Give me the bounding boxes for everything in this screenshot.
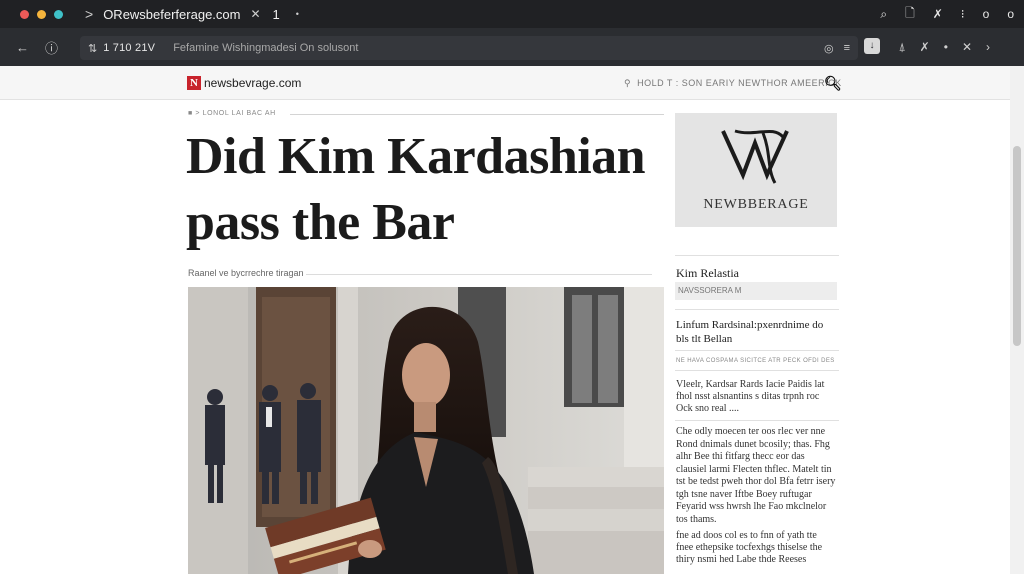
sidebar-divider [675,420,839,421]
search-hint[interactable]: ⚲ HOLD T : SON EARIY NEWTHOR AMEERICK [624,78,842,89]
profile-icon[interactable]: o [983,7,990,21]
logo-text: newsbevrage.com [204,76,302,90]
scrollbar-thumb[interactable] [1013,146,1021,346]
minimize-window-button[interactable] [37,9,46,19]
window-controls [20,9,63,19]
sidebar-paragraph: Che odly moecen ter oos rlec ver nne Ron… [676,426,836,525]
document-icon[interactable]: 🗋 [905,4,915,25]
sidebar-paragraph: Vleelr, Kardsar Rards Iacie Paidis lat f… [676,379,825,414]
url-hint: Fefamine Wishingmadesi On solusont [173,42,359,54]
account-icon[interactable]: o [1007,7,1014,21]
close-icon[interactable]: ✕ [962,40,972,54]
sidebar-divider [675,309,839,310]
tab-count[interactable]: 1 [273,7,280,22]
site-logo[interactable]: N newsbevrage.com [187,76,301,90]
logo-mark: N [187,76,201,90]
address-bar[interactable]: ⇅ 1 710 21V Fefamine Wishingmadesi On so… [80,36,858,60]
sidebar-divider [675,255,839,256]
site-header: N newsbevrage.com ⚲ HOLD T : SON EARIY N… [0,66,1010,100]
download-icon[interactable]: ↓ [864,38,880,54]
more-icon[interactable]: ⁝ [961,7,965,21]
sidebar-ad[interactable]: NEWBBERAGE [675,113,837,227]
breadcrumb[interactable]: ■ > LONOL LAI BAC AH [188,110,276,117]
byline-divider [306,274,652,275]
article-byline: Raanel ve bycrrechre tiragan [188,268,304,278]
sort-icon[interactable]: ⇅ [88,42,97,55]
menu-icon[interactable]: ≡ [844,42,850,54]
close-window-button[interactable] [20,9,29,19]
search-tabs-icon[interactable]: ⌕ [880,7,887,22]
browser-titlebar: > ОRewsbeferferage.com ✕ 1 • ⌕ 🗋 ✗ ⁝ o o [0,0,1024,28]
sidebar-tag[interactable]: NAVSSORERA M [675,282,837,300]
tab-indicator: • [295,9,299,19]
article-headline: Did Kim Kardashian pass the Bar [186,128,646,251]
chevron-right-icon[interactable]: > [85,6,93,22]
search-hint-text: HOLD T : SON EARIY NEWTHOR AMEERICK [637,78,842,88]
hero-photo-illustration [188,287,664,574]
url-text[interactable]: 1 710 21V [103,42,155,54]
sidebar-headline[interactable]: Linfum Rardsinal:pxenrdnime do bls tlt B… [676,318,836,346]
page-scrollbar[interactable] [1010,66,1024,574]
titlebar-icons: ⌕ 🗋 ✗ ⁝ o o [880,0,1014,28]
tab-title[interactable]: ОRewsbeferferage.com [103,7,240,22]
sidebar-title: Kim Relastia [676,266,739,280]
sidebar-divider [675,370,839,371]
browser-toolbar: ← ⓘ ⇅ 1 710 21V Fefamine Wishingmadesi O… [0,28,1024,66]
sidebar-meta: NE HAVA COSPAMA SICITCE ATR PECK OFDI DE… [676,358,835,364]
extension-icon[interactable]: ⍋ [898,40,905,55]
sidebar-paragraph: fne ad doos col es to fnn of yath tte fn… [676,530,823,565]
site-info-icon[interactable]: ⓘ [45,38,58,57]
sidebar-divider [675,350,839,351]
search-icon[interactable]: 🔍︎ [824,75,842,92]
ad-label: NEWBBERAGE [703,197,809,212]
chevron-right-icon[interactable]: › [986,40,990,54]
maximize-window-button[interactable] [54,9,63,19]
tools-icon[interactable]: ✗ [920,40,930,54]
breadcrumb-divider [290,114,664,115]
tab-close-icon[interactable]: ✕ [250,7,260,21]
reader-mode-icon[interactable]: ◎ [824,42,834,55]
back-arrow-icon[interactable]: ← [16,40,29,55]
dot-icon[interactable]: • [944,40,948,54]
hero-image [188,287,664,574]
pin-icon[interactable]: ✗ [933,7,943,21]
